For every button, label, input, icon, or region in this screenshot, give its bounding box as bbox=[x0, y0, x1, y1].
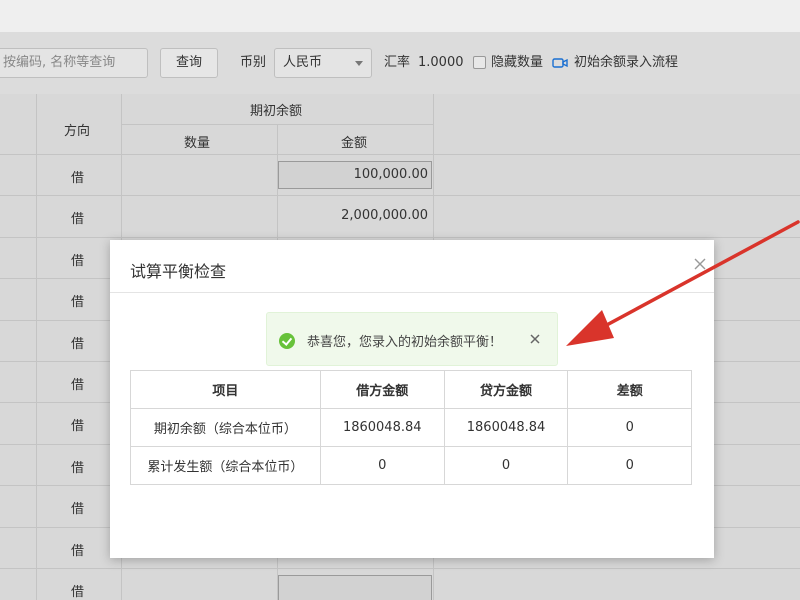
hide-qty-checkbox[interactable] bbox=[473, 56, 486, 69]
table-cell: 0 bbox=[319, 446, 445, 485]
direction-cell: 借 bbox=[71, 295, 85, 310]
success-message: 恭喜您，您录入的初始余额平衡！ bbox=[266, 312, 558, 366]
currency-label: 币别 bbox=[240, 55, 267, 70]
direction-cell: 借 bbox=[71, 502, 85, 517]
row-divider bbox=[0, 195, 800, 196]
col-difference: 差额 bbox=[567, 370, 692, 409]
direction-cell: 借 bbox=[71, 378, 85, 393]
table-cell: 0 bbox=[567, 446, 692, 485]
table-header-row: 项目 借方金额 贷方金额 差额 bbox=[130, 370, 692, 409]
col-debit: 借方金额 bbox=[319, 370, 445, 409]
close-icon[interactable] bbox=[529, 333, 541, 345]
col-item: 项目 bbox=[130, 370, 321, 409]
success-message-text: 恭喜您，您录入的初始余额平衡！ bbox=[307, 335, 503, 350]
direction-cell: 借 bbox=[71, 544, 85, 559]
table-row: 期初余额（综合本位币） 1860048.84 1860048.84 0 bbox=[130, 408, 692, 447]
col-credit: 贷方金额 bbox=[443, 370, 569, 409]
currency-value: 人民币 bbox=[283, 55, 323, 70]
table-cell: 0 bbox=[567, 408, 692, 447]
currency-select[interactable]: 人民币 bbox=[274, 48, 372, 78]
flow-link[interactable]: 初始余额录入流程 bbox=[574, 48, 678, 78]
video-icon bbox=[552, 58, 568, 68]
direction-cell: 借 bbox=[71, 419, 85, 434]
search-input[interactable]: 按编码, 名称等查询 bbox=[0, 48, 148, 78]
header-quantity: 数量 bbox=[184, 136, 211, 151]
row-divider bbox=[0, 568, 800, 569]
hide-qty-label: 隐藏数量 bbox=[491, 55, 544, 70]
direction-cell: 借 bbox=[71, 212, 85, 227]
direction-cell: 借 bbox=[71, 254, 85, 269]
dialog-title: 试算平衡检查 bbox=[130, 262, 227, 281]
direction-cell: 借 bbox=[71, 461, 85, 476]
amount-cell[interactable]: 2,000,000.00 bbox=[278, 208, 428, 223]
direction-cell: 借 bbox=[71, 337, 85, 352]
table-cell: 1860048.84 bbox=[443, 408, 569, 447]
rate-value: 1.0000 bbox=[418, 55, 464, 70]
header-amount: 金额 bbox=[341, 136, 368, 151]
header-direction: 方向 bbox=[64, 124, 91, 139]
amount-input[interactable] bbox=[278, 575, 432, 600]
check-circle-icon bbox=[279, 333, 295, 349]
trial-balance-table: 项目 借方金额 贷方金额 差额 期初余额（综合本位币） 1860048.84 1… bbox=[130, 370, 692, 485]
query-button[interactable]: 查询 bbox=[160, 48, 218, 78]
direction-cell: 借 bbox=[71, 585, 85, 600]
toolbar: 按编码, 名称等查询 查询 币别 人民币 汇率 1.0000 隐藏数量 初始余额… bbox=[0, 32, 800, 94]
header-opening-balance: 期初余额 bbox=[250, 104, 303, 119]
annotation-arrow bbox=[566, 220, 800, 346]
chevron-down-icon bbox=[355, 61, 363, 66]
table-cell: 累计发生额（综合本位币） bbox=[130, 446, 321, 485]
table-cell: 0 bbox=[443, 446, 569, 485]
top-strip bbox=[0, 0, 800, 32]
table-cell: 1860048.84 bbox=[319, 408, 445, 447]
table-cell: 期初余额（综合本位币） bbox=[130, 408, 321, 447]
direction-cell: 借 bbox=[71, 171, 85, 186]
table-row: 累计发生额（综合本位币） 0 0 0 bbox=[130, 446, 692, 485]
rate-label: 汇率 bbox=[384, 55, 411, 70]
amount-cell[interactable]: 100,000.00 bbox=[278, 167, 428, 182]
